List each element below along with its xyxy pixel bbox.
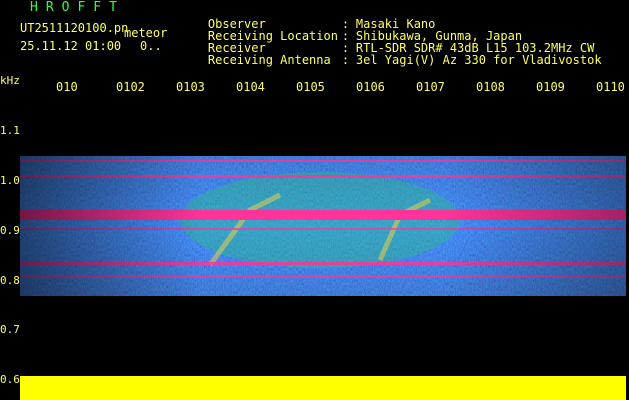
edge-fade	[20, 156, 626, 296]
x-tick: 0109	[536, 80, 565, 94]
hrofft-window: HROFFT UT2511120100.pn meteor 25.11.12 0…	[0, 0, 629, 400]
x-tick: 0103	[176, 80, 205, 94]
y-tick: 0.9	[0, 224, 20, 237]
datetime-label: 25.11.12 01:00	[20, 39, 122, 53]
x-tick: 010	[56, 80, 78, 94]
y-tick: 1.1	[0, 124, 20, 137]
filename-label: UT2511120100.pn	[20, 21, 129, 35]
x-tick: 0106	[356, 80, 385, 94]
y-unit-label: kHz	[0, 74, 20, 87]
x-tick: 0107	[416, 80, 445, 94]
antenna-row: Receiving Antenna:3el Yagi(V) Az 330 for…	[179, 42, 602, 78]
antenna-label: Receiving Antenna	[207, 53, 331, 67]
count-label: 0..	[140, 39, 162, 53]
spectrogram	[20, 156, 626, 400]
x-tick: 0105	[296, 80, 325, 94]
app-title: HROFFT	[30, 0, 125, 15]
y-tick: 0.8	[0, 274, 20, 287]
y-tick: 0.6	[0, 373, 20, 386]
y-tick: 1.0	[0, 174, 20, 187]
meteor-label: meteor	[124, 26, 168, 40]
x-tick: 0110	[596, 80, 625, 94]
baseline-level	[20, 376, 626, 400]
y-tick: 0.7	[0, 323, 20, 336]
antenna-value: 3el Yagi(V) Az 330 for Vladivostok	[355, 53, 602, 67]
x-tick: 0108	[476, 80, 505, 94]
x-tick: 0102	[116, 80, 145, 94]
x-tick: 0104	[236, 80, 265, 94]
antenna-separator: :	[341, 53, 350, 67]
